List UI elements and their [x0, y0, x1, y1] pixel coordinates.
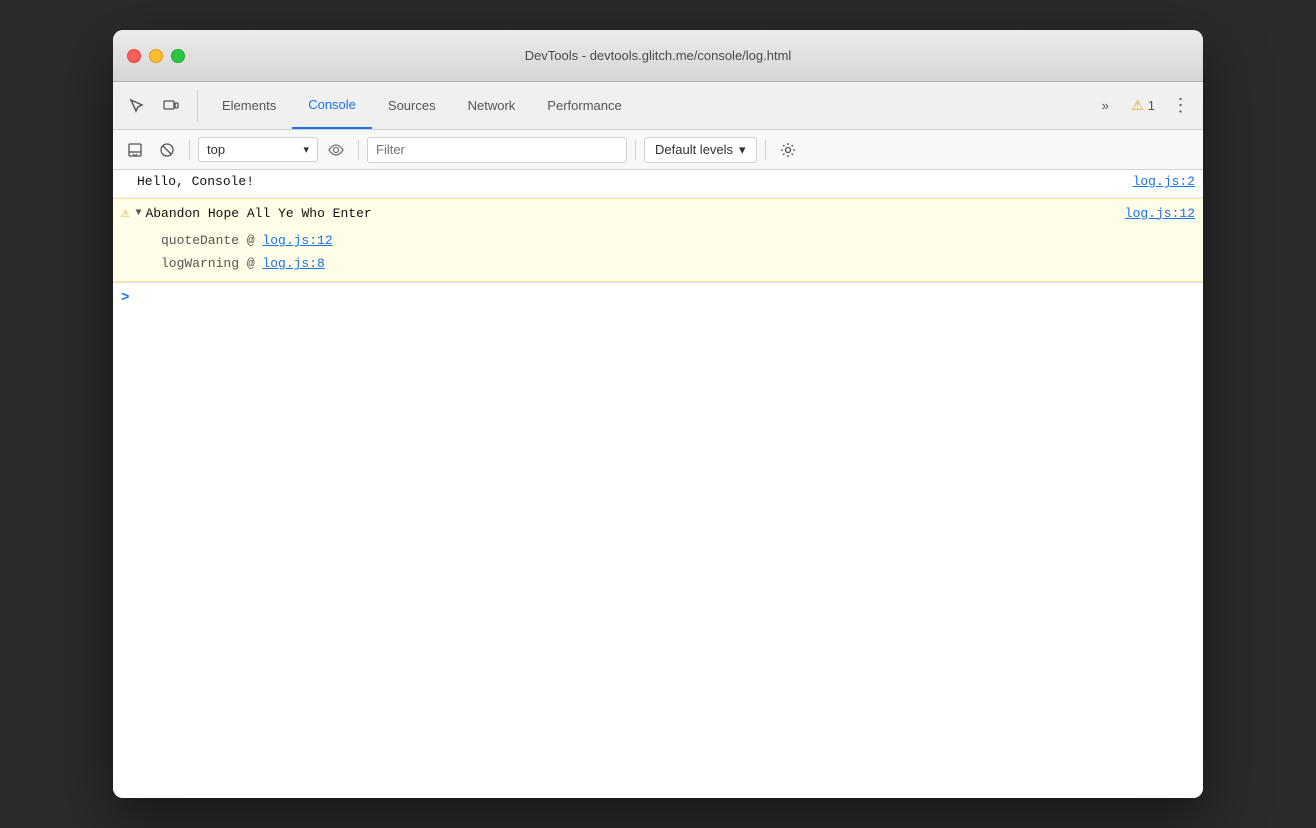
stack-link-2[interactable]: log.js:8 [262, 256, 324, 271]
expand-arrow-icon[interactable]: ▼ [135, 208, 141, 219]
tab-overflow-button[interactable]: » [1091, 92, 1119, 120]
tab-bar: Elements Console Sources Network Perform… [113, 82, 1203, 130]
toolbar-divider-3 [635, 140, 636, 160]
log-row-info: Hello, Console! log.js:2 [113, 170, 1203, 198]
filter-input[interactable] [367, 137, 627, 163]
toolbar-divider-2 [358, 140, 359, 160]
tab-console[interactable]: Console [292, 82, 372, 129]
inspect-element-button[interactable] [121, 90, 153, 122]
live-expression-button[interactable] [322, 136, 350, 164]
warning-source[interactable]: log.js:12 [1109, 206, 1195, 221]
clear-console-button[interactable] [153, 136, 181, 164]
stack-line-2: logWarning @ log.js:8 [161, 252, 1195, 275]
traffic-lights [127, 49, 185, 63]
stack-trace: quoteDante @ log.js:12 logWarning @ log.… [113, 227, 1203, 281]
log-source-1[interactable]: log.js:2 [1117, 174, 1195, 189]
device-toolbar-button[interactable] [155, 90, 187, 122]
tab-bar-right: » ⚠ 1 ⋮ [1091, 92, 1195, 120]
warning-icon: ⚠ [1131, 97, 1144, 114]
warning-triangle-icon: ⚠ [121, 205, 129, 222]
minimize-button[interactable] [149, 49, 163, 63]
warning-badge[interactable]: ⚠ 1 [1123, 93, 1163, 118]
warning-header: ⚠ ▼ Abandon Hope All Ye Who Enter log.js… [113, 199, 1203, 227]
warning-group: ⚠ ▼ Abandon Hope All Ye Who Enter log.js… [113, 198, 1203, 282]
main-tabs: Elements Console Sources Network Perform… [206, 82, 638, 129]
tab-network[interactable]: Network [452, 82, 532, 129]
stack-line-1: quoteDante @ log.js:12 [161, 229, 1195, 252]
show-drawer-button[interactable] [121, 136, 149, 164]
console-prompt: > [121, 290, 129, 306]
console-body: Hello, Console! log.js:2 ⚠ ▼ Abandon Hop… [113, 170, 1203, 798]
devtools-window: DevTools - devtools.glitch.me/console/lo… [113, 30, 1203, 798]
warning-message: Abandon Hope All Ye Who Enter [145, 206, 1108, 221]
window-title: DevTools - devtools.glitch.me/console/lo… [525, 48, 792, 63]
console-settings-button[interactable] [774, 136, 802, 164]
log-message-1: Hello, Console! [137, 174, 1117, 189]
close-button[interactable] [127, 49, 141, 63]
tab-performance[interactable]: Performance [531, 82, 637, 129]
title-bar: DevTools - devtools.glitch.me/console/lo… [113, 30, 1203, 82]
console-input[interactable] [137, 291, 1195, 306]
tab-sources[interactable]: Sources [372, 82, 452, 129]
stack-link-1[interactable]: log.js:12 [262, 233, 332, 248]
log-levels-button[interactable]: Default levels ▾ [644, 137, 757, 163]
console-output: Hello, Console! log.js:2 ⚠ ▼ Abandon Hop… [113, 170, 1203, 798]
maximize-button[interactable] [171, 49, 185, 63]
devtools-icons [121, 90, 198, 122]
console-input-row: > [113, 282, 1203, 314]
context-selector[interactable]: top ▾ [198, 137, 318, 162]
tab-elements[interactable]: Elements [206, 82, 292, 129]
console-toolbar: top ▾ Default levels ▾ [113, 130, 1203, 170]
toolbar-divider-1 [189, 140, 190, 160]
more-options-button[interactable]: ⋮ [1167, 92, 1195, 120]
toolbar-divider-4 [765, 140, 766, 160]
